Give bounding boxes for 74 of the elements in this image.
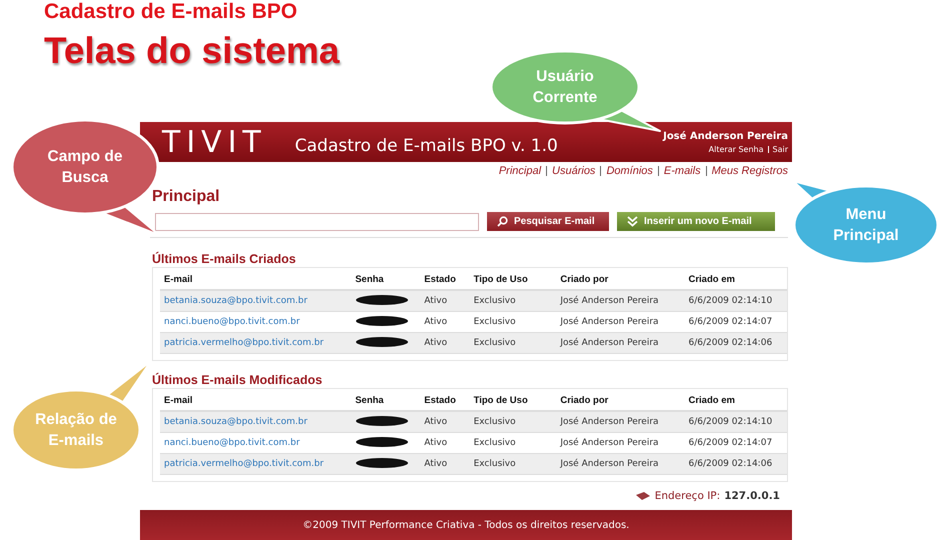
table-cell-text: Ativo [423, 296, 448, 306]
table-cell-text: José Anderson Pereira [558, 338, 660, 348]
slide-subtitle: Cadastro de E-mails BPO [44, 0, 298, 24]
column-header: E-mail [163, 274, 194, 285]
table-cell-text: 6/6/2009 02:14:07 [687, 317, 774, 327]
email-link[interactable]: patricia.vermelho@bpo.tivit.com.br [160, 338, 352, 348]
email-link[interactable]: patricia.vermelho@bpo.tivit.com.br [160, 459, 352, 469]
column-header: Criado em [687, 274, 736, 285]
slide-title: Telas do sistema [44, 30, 340, 72]
column-header: Estado [423, 395, 457, 406]
page-title: Principal [152, 188, 221, 206]
table-cell-text: Ativo [423, 338, 448, 348]
logo: TIVIT [162, 124, 267, 160]
table-cell-text: 6/6/2009 02:14:07 [687, 438, 774, 448]
table-cell-text: Ativo [423, 317, 448, 327]
email-link[interactable]: nanci.bueno@bpo.tivit.com.br [160, 438, 352, 448]
column-header: Criado por [559, 274, 610, 285]
table-cell-text: Exclusivo [472, 438, 517, 448]
redacted-mark [355, 314, 410, 326]
column-header: Criado por [559, 395, 610, 406]
redacted-mark [355, 456, 410, 468]
table-cell-text: Exclusivo [472, 296, 517, 306]
redacted-mark [355, 294, 410, 306]
user-link[interactable]: Sair [772, 144, 788, 154]
column-header: Tipo de Uso [472, 395, 529, 406]
email-link[interactable]: betania.souza@bpo.tivit.com.br [160, 296, 352, 306]
table-cell-text: 6/6/2009 02:14:10 [687, 417, 774, 427]
column-header: Senha [354, 274, 385, 285]
ip-value: 127.0.0.1 [724, 490, 780, 502]
email-link[interactable]: betania.souza@bpo.tivit.com.br [160, 417, 352, 427]
table-cell-text: Ativo [423, 459, 448, 469]
section-title: Últimos E-mails Criados [152, 252, 297, 266]
nav-link[interactable]: Domínios [606, 165, 653, 177]
table-cell-text: 6/6/2009 02:14:06 [687, 459, 774, 469]
callout-text: Menu Principal [832, 205, 900, 246]
table-cell-text: José Anderson Pereira [558, 459, 660, 469]
table-cell-text: Ativo [423, 438, 448, 448]
nav-link[interactable]: Usuários [552, 165, 596, 177]
column-header: Tipo de Uso [472, 274, 529, 285]
nav-link[interactable]: Meus Registros [712, 165, 788, 177]
table-cell-text: José Anderson Pereira [558, 317, 660, 327]
redacted-mark [355, 414, 410, 426]
table-cell-text: 6/6/2009 02:14:10 [687, 296, 774, 306]
table-cell-text: Ativo [423, 417, 448, 427]
column-header: Estado [423, 274, 457, 285]
column-header: Criado em [687, 395, 736, 406]
table-cell-text: Exclusivo [472, 459, 517, 469]
table-cell-text: José Anderson Pereira [558, 296, 660, 306]
search-field[interactable] [155, 212, 479, 230]
nav-link[interactable]: E-mails [664, 165, 701, 177]
nav-link[interactable]: Principal [498, 165, 542, 177]
section-title: Últimos E-mails Modificados [152, 373, 324, 387]
callout-text: Campo de Busca [46, 147, 124, 188]
search-icon [497, 216, 508, 227]
callout-text: Usuário Corrente [532, 67, 598, 108]
copyright-text: ©2009 TIVIT Performance Criativa - Todos os direitos reservados. [302, 520, 630, 530]
search-button[interactable]: Pesquisar E-mail [487, 212, 609, 231]
callout-text: Relação de E-mails [34, 410, 118, 451]
redacted-mark [355, 436, 410, 448]
user-link[interactable]: Alterar Senha [708, 144, 764, 154]
redacted-mark [355, 336, 410, 348]
table-cell-text: Exclusivo [472, 338, 517, 348]
table-cell-text: Exclusivo [472, 317, 517, 327]
table-cell-text: José Anderson Pereira [558, 438, 660, 448]
email-link[interactable]: nanci.bueno@bpo.tivit.com.br [160, 317, 352, 327]
app-title: Cadastro de E-mails BPO v. 1.0 [294, 136, 558, 156]
table-cell-text: Exclusivo [472, 417, 517, 427]
table-cell-text: 6/6/2009 02:14:06 [687, 338, 774, 348]
table-cell-text: José Anderson Pereira [558, 417, 660, 427]
double-chevron-icon [627, 216, 638, 227]
column-header: Senha [354, 395, 385, 406]
ip-label: Endereço IP: [654, 490, 720, 502]
user-name: José Anderson Pereira [663, 130, 788, 142]
column-header: E-mail [163, 395, 194, 406]
